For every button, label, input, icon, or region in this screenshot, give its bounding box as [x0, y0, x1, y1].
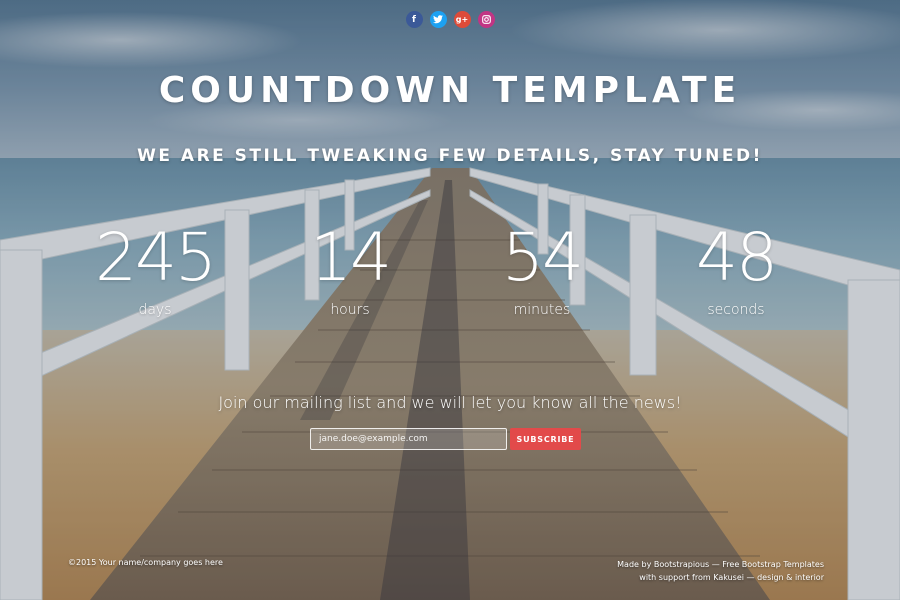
mailing-list-text: Join our mailing list and we will let yo…: [218, 393, 682, 412]
page-subtitle: WE ARE STILL TWEAKING FEW DETAILS, STAY …: [137, 146, 763, 166]
countdown: 245 days 14 hours 54 minutes 48 seconds: [0, 222, 900, 332]
google-plus-icon[interactable]: g+: [453, 11, 471, 28]
countdown-days-label: days: [138, 302, 172, 318]
facebook-glyph: f: [412, 14, 416, 25]
footer-credits: Made by Bootstrapious — Free Bootstrap T…: [617, 558, 824, 584]
countdown-hours-value: 14: [310, 219, 392, 296]
countdown-days: 245 days: [55, 219, 255, 319]
countdown-hours: 14 hours: [250, 219, 450, 319]
countdown-hours-label: hours: [330, 302, 370, 318]
social-links: f g+: [0, 11, 900, 28]
countdown-minutes-value: 54: [502, 219, 584, 296]
countdown-seconds-value: 48: [696, 219, 778, 296]
countdown-seconds: 48 seconds: [636, 219, 836, 319]
subscribe-form: SUBSCRIBE: [310, 428, 582, 450]
instagram-icon[interactable]: [477, 11, 495, 28]
google-plus-glyph: g+: [455, 15, 469, 24]
twitter-icon[interactable]: [429, 11, 447, 28]
footer-credit-kakusei-link[interactable]: with support from Kakusei — design & int…: [639, 573, 824, 582]
email-field[interactable]: [310, 428, 507, 450]
instagram-camera-glyph: [481, 15, 491, 24]
facebook-icon[interactable]: f: [405, 11, 423, 28]
page-title: COUNTDOWN TEMPLATE: [158, 70, 742, 111]
footer-copyright: ©2015 Your name/company goes here: [68, 558, 223, 567]
countdown-days-value: 245: [95, 219, 217, 296]
subscribe-button[interactable]: SUBSCRIBE: [510, 428, 581, 450]
countdown-minutes: 54 minutes: [442, 219, 642, 319]
twitter-bird-glyph: [433, 15, 443, 24]
footer-credit-bootstrapious-link[interactable]: Made by Bootstrapious — Free Bootstrap T…: [617, 560, 824, 569]
countdown-seconds-label: seconds: [707, 302, 765, 318]
countdown-minutes-label: minutes: [513, 302, 571, 318]
